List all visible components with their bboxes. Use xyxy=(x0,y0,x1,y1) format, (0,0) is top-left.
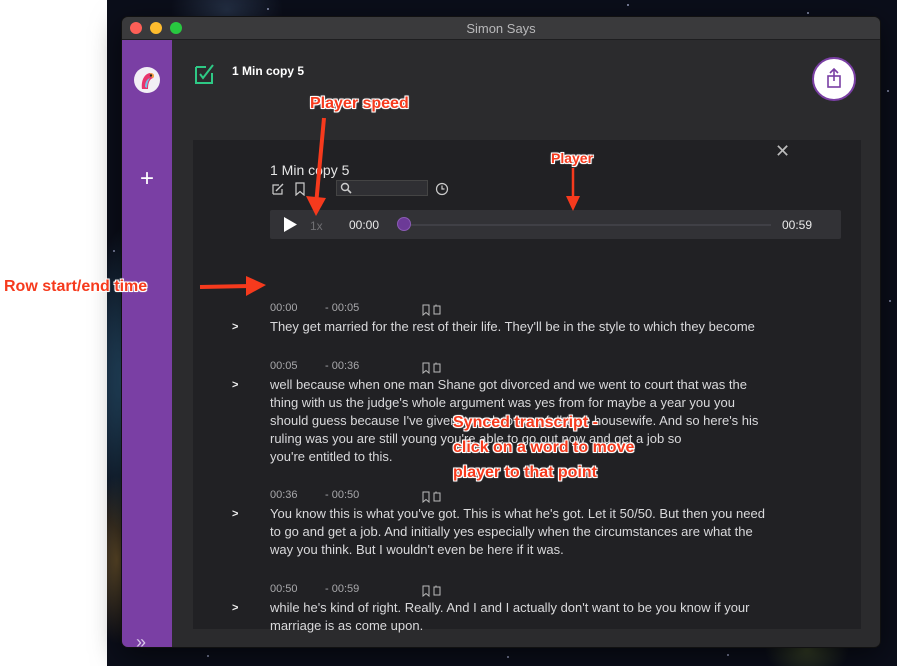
row-time-range: 00:00 - 00:05 xyxy=(270,302,360,314)
row-end-time: 00:50 xyxy=(331,489,360,501)
annotation-synced-line: Synced transcript - xyxy=(453,414,598,431)
current-time: 00:00 xyxy=(349,218,380,232)
row-end-time: 00:36 xyxy=(331,360,360,372)
app-logo-icon[interactable] xyxy=(134,67,160,93)
row-expand-arrow[interactable]: > xyxy=(232,508,238,520)
panel-title: 1 Min copy 5 xyxy=(270,162,350,178)
clock-icon[interactable] xyxy=(435,182,449,196)
document-title: 1 Min copy 5 xyxy=(232,64,305,78)
progress-knob[interactable] xyxy=(397,217,411,231)
search-input[interactable] xyxy=(336,180,428,196)
transcript-line[interactable]: while he's kind of right. Really. And I … xyxy=(270,599,838,617)
sidebar: + » xyxy=(122,40,172,647)
search-icon xyxy=(340,182,352,194)
row-time-range: 00:36 - 00:50 xyxy=(270,489,360,501)
transcript-line[interactable]: You know this is what you've got. This i… xyxy=(270,505,838,523)
row-bookmark-icon[interactable] xyxy=(421,585,445,597)
row-bookmark-icon[interactable] xyxy=(421,362,445,374)
row-transcript-text[interactable]: They get married for the rest of their l… xyxy=(270,318,838,336)
play-icon[interactable] xyxy=(282,216,298,233)
row-transcript-text[interactable]: You know this is what you've got. This i… xyxy=(270,505,838,559)
row-expand-arrow[interactable]: > xyxy=(232,602,238,614)
row-time-range: 00:50 - 00:59 xyxy=(270,583,360,595)
row-start-time: 00:36 xyxy=(270,489,298,501)
share-icon xyxy=(827,67,841,88)
progress-track[interactable] xyxy=(411,224,771,226)
transcript-line[interactable]: way you think. But I wouldn't even be he… xyxy=(270,541,838,559)
row-expand-arrow[interactable]: > xyxy=(232,379,238,391)
row-start-time: 00:00 xyxy=(270,302,298,314)
annotation-player-speed: Player speed xyxy=(310,95,409,112)
row-bookmark-icon[interactable] xyxy=(421,491,445,503)
transcript-line[interactable]: They get married for the rest of their l… xyxy=(270,318,838,336)
annotation-synced-line: player to that point xyxy=(453,464,597,481)
edit-doc-icon xyxy=(195,64,214,84)
row-transcript-text[interactable]: while he's kind of right. Really. And I … xyxy=(270,599,838,635)
row-expand-arrow[interactable]: > xyxy=(232,321,238,333)
row-bookmark-icon[interactable] xyxy=(421,304,445,316)
annotation-synced-line: click on a word to move xyxy=(453,439,635,456)
transcript-line[interactable]: well because when one man Shane got divo… xyxy=(270,376,838,394)
row-start-time: 00:50 xyxy=(270,583,298,595)
title-bar: Simon Says xyxy=(122,17,880,40)
close-icon[interactable]: ✕ xyxy=(775,141,790,162)
window-title: Simon Says xyxy=(466,21,536,36)
app-window: Simon Says + » 1 Min copy 5 ✕ 1 Min copy… xyxy=(122,17,880,647)
annotation-player: Player xyxy=(551,150,594,166)
transcript-line[interactable]: marriage is as come upon. xyxy=(270,617,838,635)
plus-icon[interactable]: + xyxy=(136,167,158,191)
transcript-line[interactable]: to go and get a job. And initially yes e… xyxy=(270,523,838,541)
row-time-range: 00:05 - 00:36 xyxy=(270,360,360,372)
annotation-row-time: Row start/end time xyxy=(4,278,148,295)
audio-player: 1x 00:00 00:59 xyxy=(270,210,841,239)
row-start-time: 00:05 xyxy=(270,360,298,372)
player-speed-button[interactable]: 1x xyxy=(310,219,323,233)
end-time: 00:59 xyxy=(782,218,813,232)
row-end-time: 00:59 xyxy=(331,583,360,595)
edit-icon[interactable] xyxy=(271,182,285,196)
row-end-time: 00:05 xyxy=(331,302,360,314)
bookmark-icon[interactable] xyxy=(293,182,307,196)
share-button[interactable] xyxy=(812,57,856,101)
expand-sidebar-icon[interactable]: » xyxy=(136,632,146,647)
annotation-synced-transcript: Synced transcript - click on a word to m… xyxy=(453,410,634,485)
